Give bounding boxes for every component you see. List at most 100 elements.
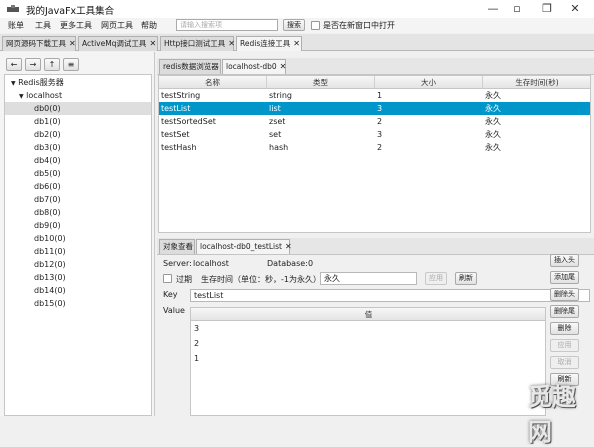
tree-item-db3[interactable]: db3(0) bbox=[5, 141, 151, 154]
tab-localhost-db0[interactable]: localhost-db0 ✕ bbox=[222, 59, 286, 74]
tree-root[interactable]: ▼ Redis服务器 bbox=[5, 76, 151, 89]
new-window-label: 是否在新窗口中打开 bbox=[323, 21, 395, 30]
tree-item-db10[interactable]: db10(0) bbox=[5, 232, 151, 245]
column-header-ttl[interactable]: 生存时间(秒) bbox=[483, 76, 590, 89]
tree-item-db5[interactable]: db5(0) bbox=[5, 167, 151, 180]
cell-ttl: 永久 bbox=[485, 117, 501, 126]
column-header-name[interactable]: 名称 bbox=[159, 76, 267, 89]
menu-help[interactable]: 帮助 bbox=[141, 20, 157, 31]
tab-http[interactable]: Http接口测试工具 ✕ bbox=[160, 36, 235, 51]
cell-ttl: 永久 bbox=[485, 143, 501, 152]
server-tree: ▼ Redis服务器 ▼ localhost db0(0) db1(0) db2(0… bbox=[4, 74, 152, 416]
tab-label: localhost-db0 bbox=[226, 62, 277, 71]
database-label: Database: bbox=[267, 259, 308, 268]
apply-ttl-button[interactable]: 应用 bbox=[425, 272, 447, 285]
new-window-checkbox[interactable] bbox=[311, 21, 320, 30]
up-button[interactable]: ↑ bbox=[44, 58, 60, 71]
tree-item-label: db6(0) bbox=[34, 182, 61, 191]
tree-item-db4[interactable]: db4(0) bbox=[5, 154, 151, 167]
close-icon[interactable]: ✕ bbox=[568, 2, 582, 16]
close-icon[interactable]: ✕ bbox=[280, 62, 287, 71]
table-row[interactable]: testList list 3 永久 bbox=[159, 102, 590, 115]
tree-host-label: localhost bbox=[26, 91, 63, 100]
back-button[interactable]: ← bbox=[6, 58, 22, 71]
tab-label: redis数据浏览器 bbox=[163, 62, 219, 71]
ttl-field[interactable]: 永久 bbox=[320, 272, 417, 285]
tree-item-db15[interactable]: db15(0) bbox=[5, 297, 151, 310]
delete-head-button[interactable]: 删除头 bbox=[550, 288, 579, 301]
key-field[interactable]: testList bbox=[190, 289, 590, 302]
forward-button[interactable]: → bbox=[25, 58, 41, 71]
maximize-icon[interactable]: ▫ bbox=[510, 2, 524, 16]
tree-item-db14[interactable]: db14(0) bbox=[5, 284, 151, 297]
cell-value: 3 bbox=[194, 324, 200, 333]
cell-name: testString bbox=[161, 91, 201, 100]
table-row[interactable]: testSet set 3 永久 bbox=[159, 128, 590, 141]
expand-icon[interactable]: ▼ bbox=[11, 80, 16, 87]
close-icon[interactable]: ✕ bbox=[293, 39, 300, 48]
table-row[interactable]: testSortedSet zset 2 永久 bbox=[159, 115, 590, 128]
insert-head-button[interactable]: 插入头 bbox=[550, 254, 579, 267]
tree-item-label: db11(0) bbox=[34, 247, 66, 256]
table-row[interactable]: testHash hash 2 永久 bbox=[159, 141, 590, 154]
column-header-size[interactable]: 大小 bbox=[375, 76, 483, 89]
search-button[interactable]: 搜索 bbox=[283, 19, 305, 31]
close-icon[interactable]: ✕ bbox=[149, 39, 156, 48]
cell-name: testHash bbox=[161, 143, 197, 152]
expand-icon[interactable]: ▼ bbox=[19, 93, 24, 100]
close-icon[interactable]: ✕ bbox=[228, 39, 235, 48]
tree-item-db0[interactable]: db0(0) bbox=[5, 102, 151, 115]
detail-tabs: 对象查看 localhost-db0_testList ✕ bbox=[157, 238, 594, 255]
menu-tools[interactable]: 工具 bbox=[35, 20, 51, 31]
tree-item-db2[interactable]: db2(0) bbox=[5, 128, 151, 141]
list-item[interactable]: 2 bbox=[191, 337, 545, 350]
append-tail-button[interactable]: 添加尾 bbox=[550, 271, 579, 284]
tab-redis[interactable]: Redis连接工具 ✕ bbox=[236, 36, 302, 51]
delete-tail-button[interactable]: 删除尾 bbox=[550, 305, 579, 318]
menu-bill[interactable]: 账单 bbox=[8, 20, 24, 31]
tree-item-db9[interactable]: db9(0) bbox=[5, 219, 151, 232]
close-icon[interactable]: ✕ bbox=[69, 39, 76, 48]
value-table: 值 3 2 1 bbox=[190, 307, 546, 416]
tree-item-label: db10(0) bbox=[34, 234, 66, 243]
column-header-value[interactable]: 值 bbox=[191, 308, 545, 321]
cell-size: 3 bbox=[377, 130, 383, 139]
menu-more-tools[interactable]: 更多工具 bbox=[60, 20, 92, 31]
tab-redis-browser[interactable]: redis数据浏览器 bbox=[159, 59, 221, 74]
delete-button[interactable]: 删除 bbox=[550, 322, 579, 335]
menu-button[interactable]: ≡ bbox=[63, 58, 79, 71]
right-panel: redis数据浏览器 localhost-db0 ✕ 名称 类型 大小 生存时间(… bbox=[157, 52, 594, 416]
cancel-button[interactable]: 取消 bbox=[550, 356, 579, 369]
tree-item-label: db12(0) bbox=[34, 260, 66, 269]
cell-name: testSet bbox=[161, 130, 190, 139]
tree-item-db12[interactable]: db12(0) bbox=[5, 258, 151, 271]
tree-host[interactable]: ▼ localhost bbox=[5, 89, 151, 102]
tree-item-db11[interactable]: db11(0) bbox=[5, 245, 151, 258]
tab-activemq[interactable]: ActiveMq调试工具 ✕ bbox=[78, 36, 158, 51]
cell-value: 2 bbox=[194, 339, 200, 348]
minimize-icon[interactable]: — bbox=[486, 2, 500, 16]
menu-web-tools[interactable]: 网页工具 bbox=[101, 20, 133, 31]
restore-icon[interactable]: ❐ bbox=[540, 2, 554, 16]
column-header-type[interactable]: 类型 bbox=[267, 76, 375, 89]
tree-item-db1[interactable]: db1(0) bbox=[5, 115, 151, 128]
tree-item-db8[interactable]: db8(0) bbox=[5, 206, 151, 219]
search-input[interactable]: 请输入搜索项 bbox=[176, 19, 278, 31]
tab-web-source[interactable]: 网页源码下载工具 ✕ bbox=[2, 36, 76, 51]
close-icon[interactable]: ✕ bbox=[285, 242, 292, 251]
tree-item-db6[interactable]: db6(0) bbox=[5, 180, 151, 193]
tree-root-label: Redis服务器 bbox=[18, 78, 64, 87]
tab-object-view[interactable]: 对象查看 bbox=[159, 239, 195, 254]
table-row[interactable]: testString string 1 永久 bbox=[159, 89, 590, 102]
expire-checkbox[interactable] bbox=[163, 274, 172, 283]
menu-bar: 账单 工具 更多工具 网页工具 帮助 请输入搜索项 搜索 是否在新窗口中打开 bbox=[0, 18, 594, 33]
list-item[interactable]: 3 bbox=[191, 322, 545, 335]
tree-item-db13[interactable]: db13(0) bbox=[5, 271, 151, 284]
refresh-button[interactable]: 刷新 bbox=[455, 272, 477, 285]
apply-button[interactable]: 应用 bbox=[550, 339, 579, 352]
list-item[interactable]: 1 bbox=[191, 352, 545, 365]
ttl-label: 生存时间（单位：秒，-1为永久） bbox=[201, 275, 321, 284]
tab-db0-testlist[interactable]: localhost-db0_testList ✕ bbox=[196, 239, 292, 254]
cell-value: 1 bbox=[194, 354, 200, 363]
tree-item-db7[interactable]: db7(0) bbox=[5, 193, 151, 206]
